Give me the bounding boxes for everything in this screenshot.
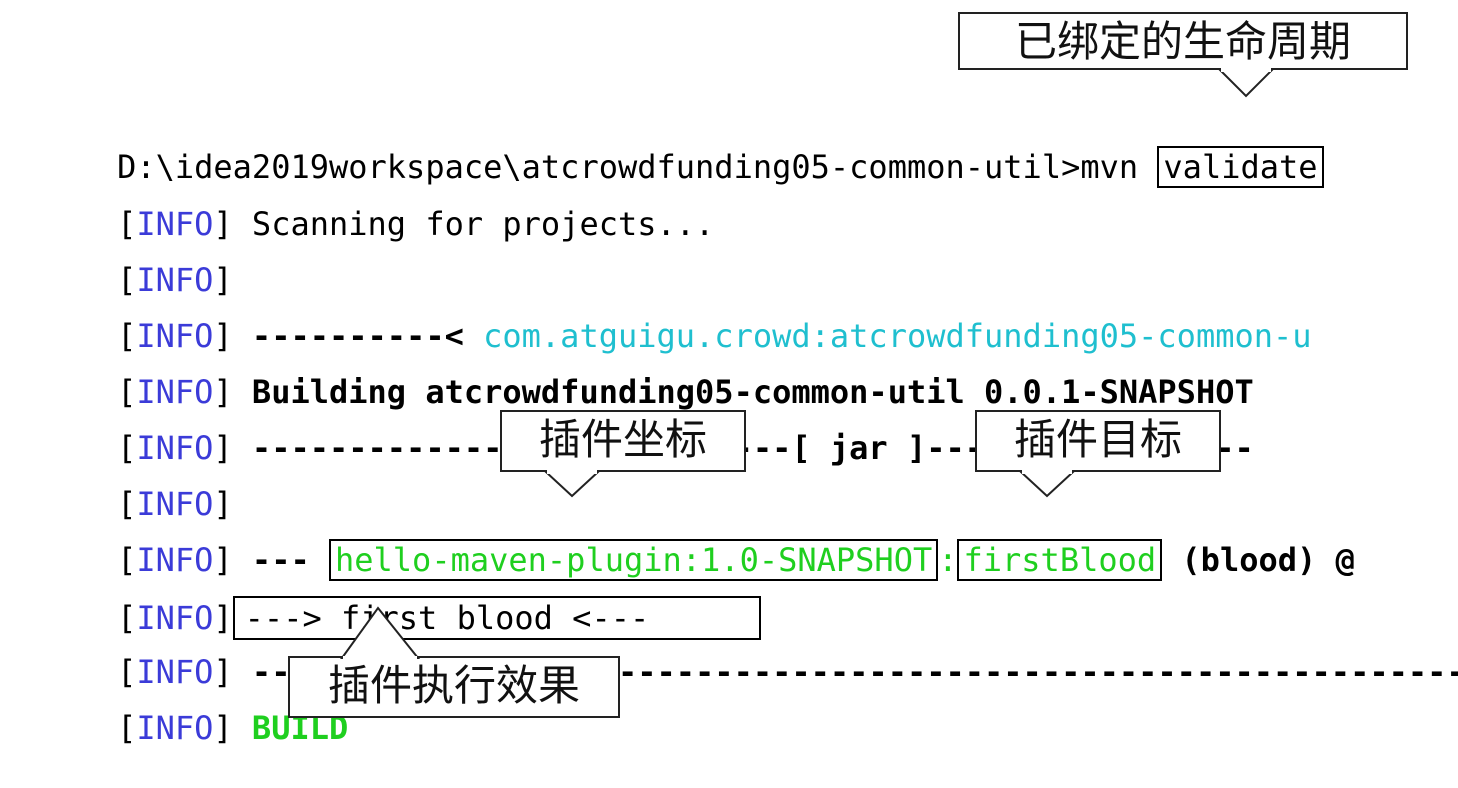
command-goal: validate: [1157, 146, 1324, 188]
lifecycle-phase-label: 已绑定的生命周期: [1014, 17, 1351, 66]
plugin-goal-callout: 插件目标: [975, 410, 1221, 498]
info-tag: INFO: [136, 709, 214, 747]
command-line: D:\idea2019workspace\atcrowdfunding05-co…: [40, 107, 1324, 188]
log-line: [INFO] ---> first blood <---: [40, 556, 761, 640]
execution-id: (blood) @: [1162, 541, 1355, 579]
callout-pointer-icon: [1018, 470, 1076, 498]
log-line: [INFO]: [40, 444, 233, 523]
log-line: [INFO] ---------------------------------…: [40, 612, 1458, 691]
log-line: [INFO]: [40, 220, 233, 299]
tag-open: [: [117, 709, 137, 747]
log-text: Scanning for projects...: [251, 205, 715, 243]
terminal-output: D:\idea2019workspace\atcrowdfunding05-co…: [0, 0, 1458, 747]
lifecycle-phase-callout: 已绑定的生命周期: [958, 12, 1408, 98]
plugin-coordinates-label: 插件坐标: [538, 415, 707, 464]
plugin-coordinates-callout: 插件坐标: [500, 410, 746, 498]
goal-separator: :: [938, 541, 958, 579]
log-line: [INFO] Scanning for projects...: [40, 164, 714, 243]
packaging-type: jar: [829, 429, 888, 467]
tag-close: ]: [213, 709, 233, 747]
plugin-goal-label: 插件目标: [1013, 415, 1182, 464]
callout-pointer-icon: [1217, 68, 1275, 98]
log-line: [INFO] --- hello-maven-plugin:1.0-SNAPSH…: [40, 500, 1355, 581]
plugin-result-label: 插件执行效果: [327, 661, 580, 710]
log-line: [INFO] ----------< com.atguigu.crowd:atc…: [40, 276, 1311, 355]
callout-pointer-icon: [543, 470, 601, 498]
callout-pointer-icon: [340, 606, 421, 660]
log-line: [INFO] Building atcrowdfunding05-common-…: [40, 332, 1254, 411]
plugin-goal: firstBlood: [957, 539, 1163, 581]
plugin-result-callout: 插件执行效果: [288, 606, 620, 718]
